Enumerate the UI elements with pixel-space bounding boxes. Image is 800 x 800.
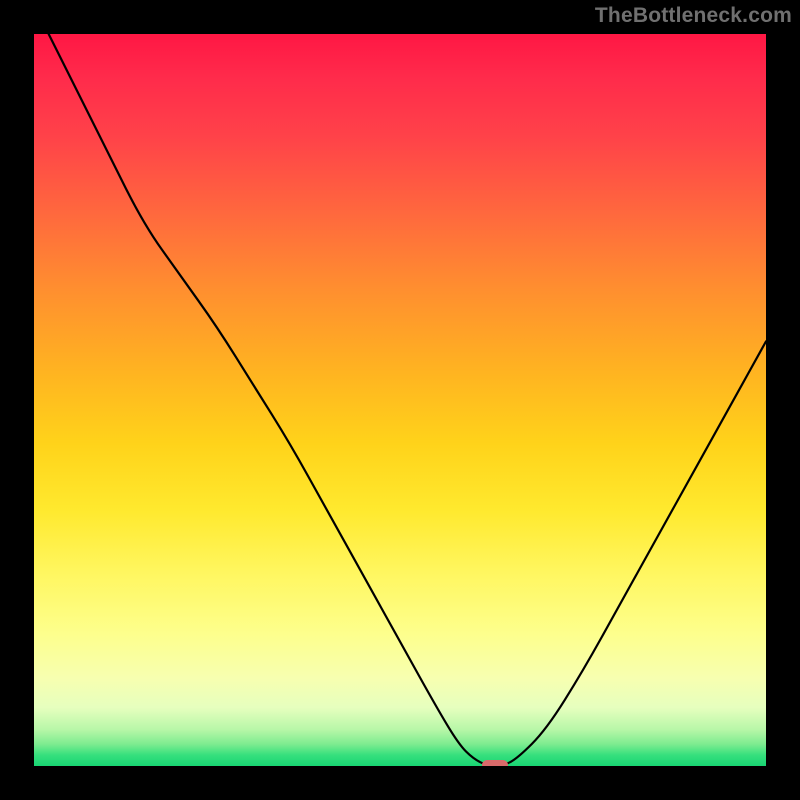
chart-container: TheBottleneck.com xyxy=(0,0,800,800)
watermark-text: TheBottleneck.com xyxy=(595,4,792,28)
plot-area xyxy=(34,34,766,766)
optimum-marker xyxy=(482,760,508,766)
background-gradient xyxy=(34,34,766,766)
